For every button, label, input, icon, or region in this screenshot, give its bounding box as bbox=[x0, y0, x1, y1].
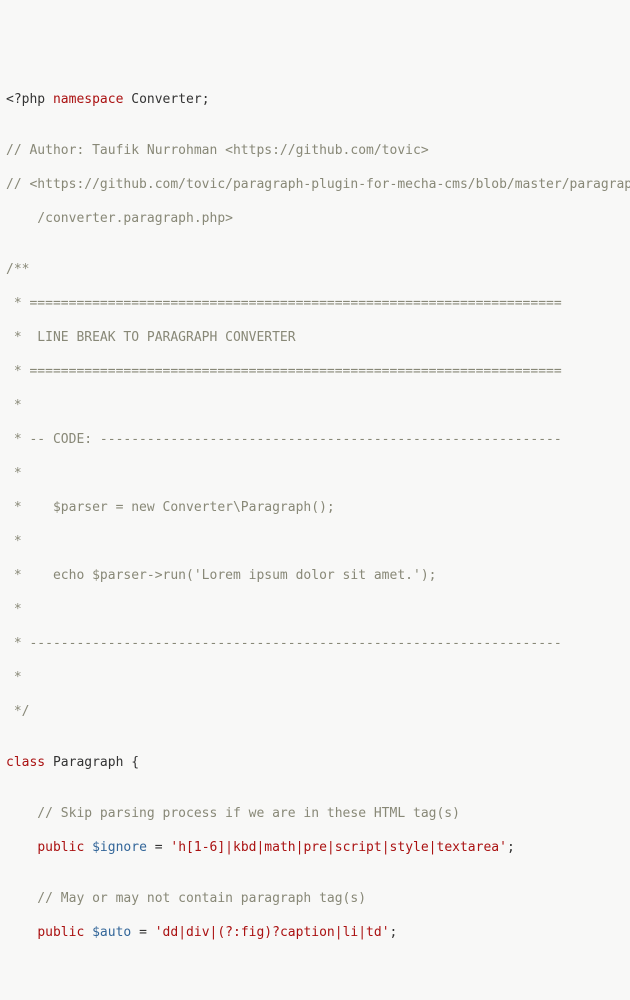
code-line: // May or may not contain paragraph tag(… bbox=[6, 890, 624, 907]
variable-name: $ignore bbox=[92, 840, 147, 855]
code-line: public $auto = 'dd|div|(?:fig)?caption|l… bbox=[6, 924, 624, 941]
code-line: * ======================================… bbox=[6, 295, 624, 312]
code-line: // Author: Taufik Nurrohman <https://git… bbox=[6, 142, 624, 159]
code-line: class Paragraph { bbox=[6, 754, 624, 771]
code-line: <?php namespace Converter; bbox=[6, 91, 624, 108]
string-literal: 'dd|div|(?:fig)?caption|li|td' bbox=[155, 925, 390, 940]
code-line: // Skip parsing process if we are in the… bbox=[6, 805, 624, 822]
keyword-namespace: namespace bbox=[53, 92, 123, 107]
code-line: // <https://github.com/tovic/paragraph-p… bbox=[6, 176, 624, 193]
code-line: */ bbox=[6, 703, 624, 720]
string-literal: 'h[1-6]|kbd|math|pre|script|style|textar… bbox=[170, 840, 507, 855]
code-line: /** bbox=[6, 261, 624, 278]
code-line: * $parser = new Converter\Paragraph(); bbox=[6, 499, 624, 516]
keyword-public: public bbox=[37, 925, 84, 940]
code-line: * bbox=[6, 465, 624, 482]
keyword-public: public bbox=[37, 840, 84, 855]
code-line: * bbox=[6, 533, 624, 550]
code-line: * bbox=[6, 669, 624, 686]
keyword-class: class bbox=[6, 755, 45, 770]
php-open-tag: <?php bbox=[6, 92, 45, 107]
code-line: * LINE BREAK TO PARAGRAPH CONVERTER bbox=[6, 329, 624, 346]
code-viewer: <?php namespace Converter; // Author: Ta… bbox=[6, 74, 624, 958]
code-line: * ======================================… bbox=[6, 363, 624, 380]
code-line: * bbox=[6, 601, 624, 618]
code-line: * --------------------------------------… bbox=[6, 635, 624, 652]
code-line: * echo $parser->run('Lorem ipsum dolor s… bbox=[6, 567, 624, 584]
code-line: * -- CODE: -----------------------------… bbox=[6, 431, 624, 448]
code-line: /converter.paragraph.php> bbox=[6, 210, 624, 227]
variable-name: $auto bbox=[92, 925, 131, 940]
code-line: * bbox=[6, 397, 624, 414]
code-line: public $ignore = 'h[1-6]|kbd|math|pre|sc… bbox=[6, 839, 624, 856]
